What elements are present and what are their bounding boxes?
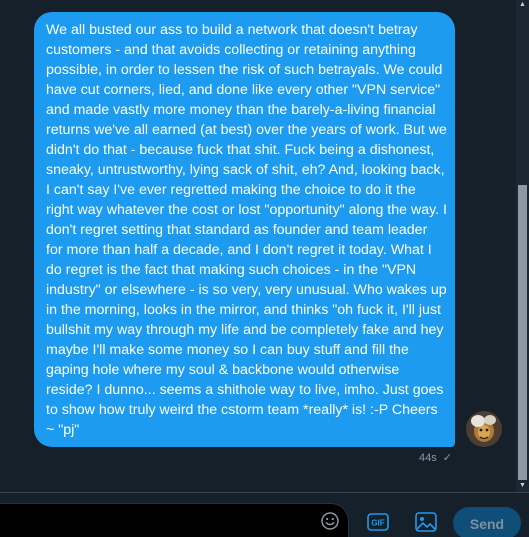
composer-input-container: [0, 503, 349, 537]
image-icon[interactable]: [415, 512, 437, 532]
message-composer: GIF Send: [0, 492, 529, 537]
message-text: We all busted our ass to build a network…: [46, 22, 447, 438]
message-bubble[interactable]: We all busted our ass to build a network…: [34, 12, 455, 447]
send-button[interactable]: Send: [453, 507, 521, 537]
gif-button[interactable]: GIF: [367, 513, 389, 531]
scroll-down-arrow-icon[interactable]: ▼: [516, 481, 529, 491]
gif-label: GIF: [371, 519, 384, 528]
scrollbar[interactable]: ▲ ▼: [516, 0, 529, 492]
avatar-image: [466, 411, 502, 447]
dm-conversation-view: We all busted our ass to build a network…: [0, 0, 529, 537]
emoji-icon[interactable]: [320, 511, 340, 531]
sender-avatar[interactable]: [466, 411, 502, 447]
scroll-up-arrow-icon[interactable]: ▲: [516, 0, 529, 10]
scrollbar-thumb[interactable]: [518, 185, 527, 480]
message-meta: 44s ✓: [419, 451, 452, 465]
message-input[interactable]: [0, 504, 322, 537]
check-icon: ✓: [442, 452, 452, 464]
message-timestamp: 44s: [419, 451, 437, 464]
